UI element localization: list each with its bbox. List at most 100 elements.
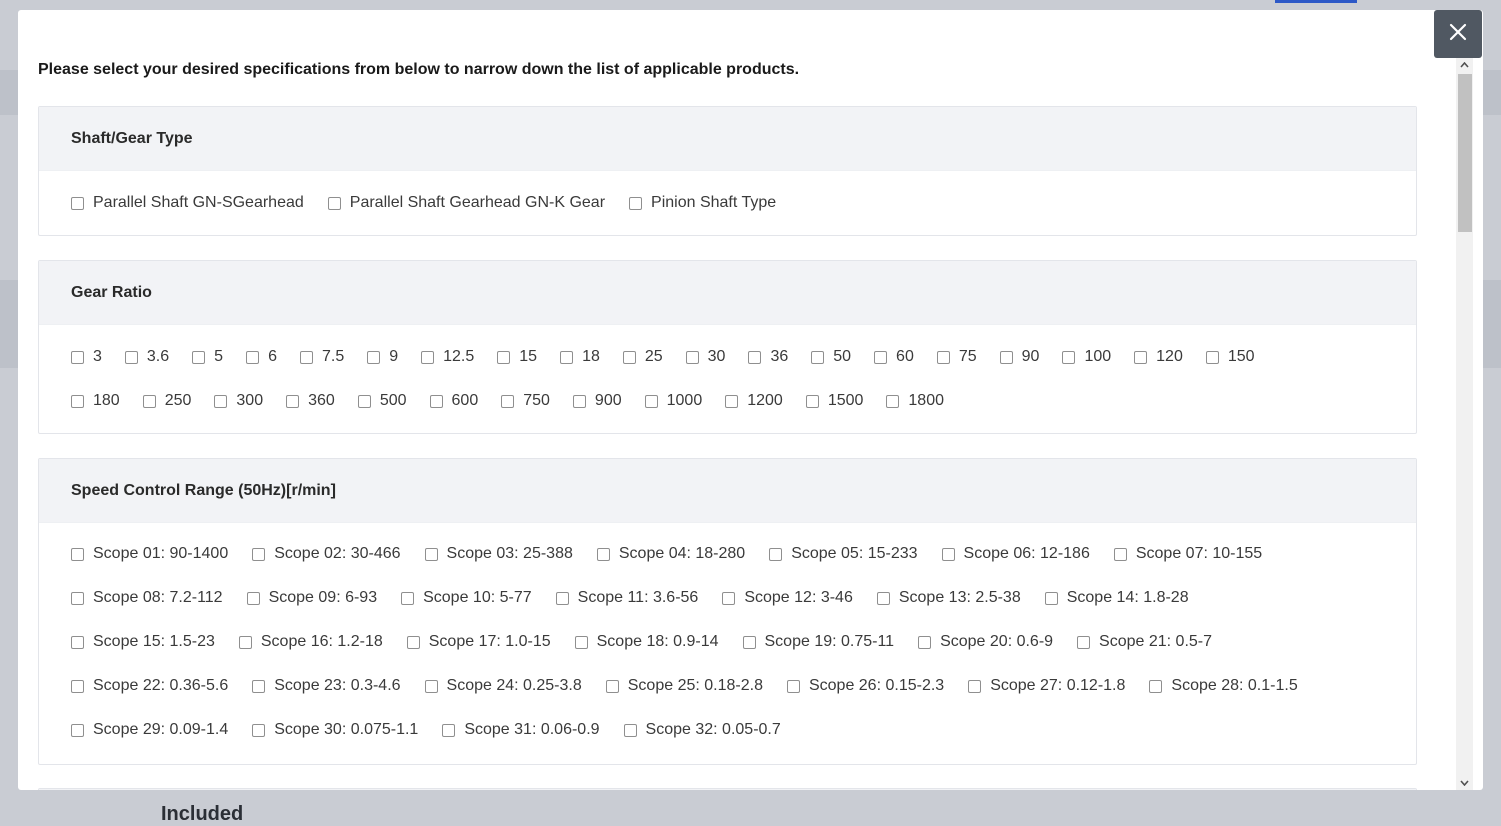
checkbox[interactable] xyxy=(874,350,888,364)
checkbox[interactable] xyxy=(876,591,890,605)
checkbox[interactable] xyxy=(252,679,266,693)
filter-option[interactable]: Scope 11: 3.6-56 xyxy=(555,589,698,607)
checkbox[interactable] xyxy=(424,679,438,693)
filter-option[interactable]: Scope 16: 1.2-18 xyxy=(238,633,383,651)
filter-option[interactable]: Parallel Shaft GN-SGearhead xyxy=(71,194,304,212)
checkbox[interactable] xyxy=(124,350,138,364)
filter-option[interactable]: 25 xyxy=(622,348,663,366)
checkbox[interactable] xyxy=(1113,547,1127,561)
filter-option[interactable]: Scope 03: 25-388 xyxy=(424,545,573,563)
checkbox[interactable] xyxy=(941,547,955,561)
checkbox[interactable] xyxy=(142,394,156,408)
checkbox[interactable] xyxy=(497,350,511,364)
checkbox[interactable] xyxy=(442,723,456,737)
checkbox[interactable] xyxy=(1134,350,1148,364)
checkbox[interactable] xyxy=(623,723,637,737)
scroll-up-arrow-icon[interactable] xyxy=(1456,58,1473,72)
checkbox[interactable] xyxy=(572,394,586,408)
checkbox[interactable] xyxy=(605,679,619,693)
checkbox[interactable] xyxy=(786,679,800,693)
checkbox[interactable] xyxy=(246,591,260,605)
filter-option[interactable]: 180 xyxy=(71,392,120,410)
filter-option[interactable]: 150 xyxy=(1205,348,1255,366)
checkbox[interactable] xyxy=(622,350,636,364)
filter-option[interactable]: Scope 25: 0.18-2.8 xyxy=(605,677,763,695)
checkbox[interactable] xyxy=(936,350,950,364)
filter-option[interactable]: Scope 20: 0.6-9 xyxy=(918,633,1053,651)
filter-option[interactable]: Parallel Shaft Gearhead GN-K Gear xyxy=(327,194,605,212)
filter-option[interactable]: Scope 26: 0.15-2.3 xyxy=(786,677,944,695)
filter-option[interactable]: 750 xyxy=(501,392,550,410)
filter-option[interactable]: 1800 xyxy=(886,392,944,410)
filter-option[interactable]: Scope 09: 6-93 xyxy=(246,589,377,607)
filter-option[interactable]: Scope 12: 3-46 xyxy=(722,589,853,607)
filter-option[interactable]: Scope 06: 12-186 xyxy=(941,545,1090,563)
close-button[interactable] xyxy=(1434,10,1482,58)
checkbox[interactable] xyxy=(424,547,438,561)
filter-option[interactable]: 60 xyxy=(874,348,914,366)
filter-option[interactable]: Scope 17: 1.0-15 xyxy=(406,633,551,651)
checkbox[interactable] xyxy=(406,635,420,649)
filter-option[interactable]: 15 xyxy=(497,348,537,366)
filter-option[interactable]: 250 xyxy=(142,392,191,410)
checkbox[interactable] xyxy=(238,635,252,649)
filter-option[interactable]: Scope 13: 2.5-38 xyxy=(876,589,1021,607)
checkbox[interactable] xyxy=(685,350,699,364)
checkbox[interactable] xyxy=(886,394,900,408)
checkbox[interactable] xyxy=(421,350,435,364)
checkbox[interactable] xyxy=(968,679,982,693)
checkbox[interactable] xyxy=(560,350,574,364)
modal-scrollbar[interactable] xyxy=(1456,58,1473,790)
filter-option[interactable]: Pinion Shaft Type xyxy=(629,194,776,212)
checkbox[interactable] xyxy=(629,196,643,210)
filter-option[interactable]: Scope 07: 10-155 xyxy=(1113,545,1262,563)
checkbox[interactable] xyxy=(367,350,381,364)
filter-option[interactable]: 1200 xyxy=(725,392,783,410)
checkbox[interactable] xyxy=(1077,635,1091,649)
checkbox[interactable] xyxy=(596,547,610,561)
checkbox[interactable] xyxy=(644,394,658,408)
checkbox[interactable] xyxy=(805,394,819,408)
checkbox[interactable] xyxy=(252,547,266,561)
checkbox[interactable] xyxy=(246,350,260,364)
checkbox[interactable] xyxy=(252,723,266,737)
filter-option[interactable]: 100 xyxy=(1062,348,1111,366)
checkbox[interactable] xyxy=(769,547,783,561)
checkbox[interactable] xyxy=(71,679,84,693)
checkbox[interactable] xyxy=(71,196,84,210)
filter-option[interactable]: Scope 28: 0.1-1.5 xyxy=(1149,677,1298,695)
checkbox[interactable] xyxy=(327,196,341,210)
checkbox[interactable] xyxy=(742,635,756,649)
filter-option[interactable]: 3.6 xyxy=(124,348,169,366)
filter-option[interactable]: 9 xyxy=(367,348,398,366)
filter-option[interactable]: 900 xyxy=(572,392,622,410)
checkbox[interactable] xyxy=(1062,350,1076,364)
filter-option[interactable]: Scope 24: 0.25-3.8 xyxy=(424,677,582,695)
checkbox[interactable] xyxy=(286,394,300,408)
checkbox[interactable] xyxy=(574,635,588,649)
filter-option[interactable]: Scope 19: 0.75-11 xyxy=(742,633,894,651)
checkbox[interactable] xyxy=(401,591,415,605)
filter-option[interactable]: Scope 21: 0.5-7 xyxy=(1077,633,1212,651)
filter-option[interactable]: Scope 30: 0.075-1.1 xyxy=(252,721,418,739)
filter-option[interactable]: Scope 15: 1.5-23 xyxy=(71,633,215,651)
filter-option[interactable]: 120 xyxy=(1134,348,1183,366)
checkbox[interactable] xyxy=(71,547,84,561)
checkbox[interactable] xyxy=(192,350,206,364)
checkbox[interactable] xyxy=(722,591,736,605)
filter-option[interactable]: 30 xyxy=(685,348,725,366)
checkbox[interactable] xyxy=(357,394,371,408)
filter-option[interactable]: Scope 08: 7.2-112 xyxy=(71,589,223,607)
checkbox[interactable] xyxy=(71,635,84,649)
filter-option[interactable]: 300 xyxy=(214,392,263,410)
filter-option[interactable]: Scope 01: 90-1400 xyxy=(71,545,228,563)
filter-option[interactable]: 1500 xyxy=(805,392,863,410)
checkbox[interactable] xyxy=(748,350,762,364)
filter-option[interactable]: 50 xyxy=(811,348,851,366)
checkbox[interactable] xyxy=(1205,350,1219,364)
filter-option[interactable]: 12.5 xyxy=(421,348,474,366)
checkbox[interactable] xyxy=(918,635,932,649)
filter-option[interactable]: Scope 32: 0.05-0.7 xyxy=(623,721,781,739)
checkbox[interactable] xyxy=(999,350,1013,364)
checkbox[interactable] xyxy=(501,394,515,408)
